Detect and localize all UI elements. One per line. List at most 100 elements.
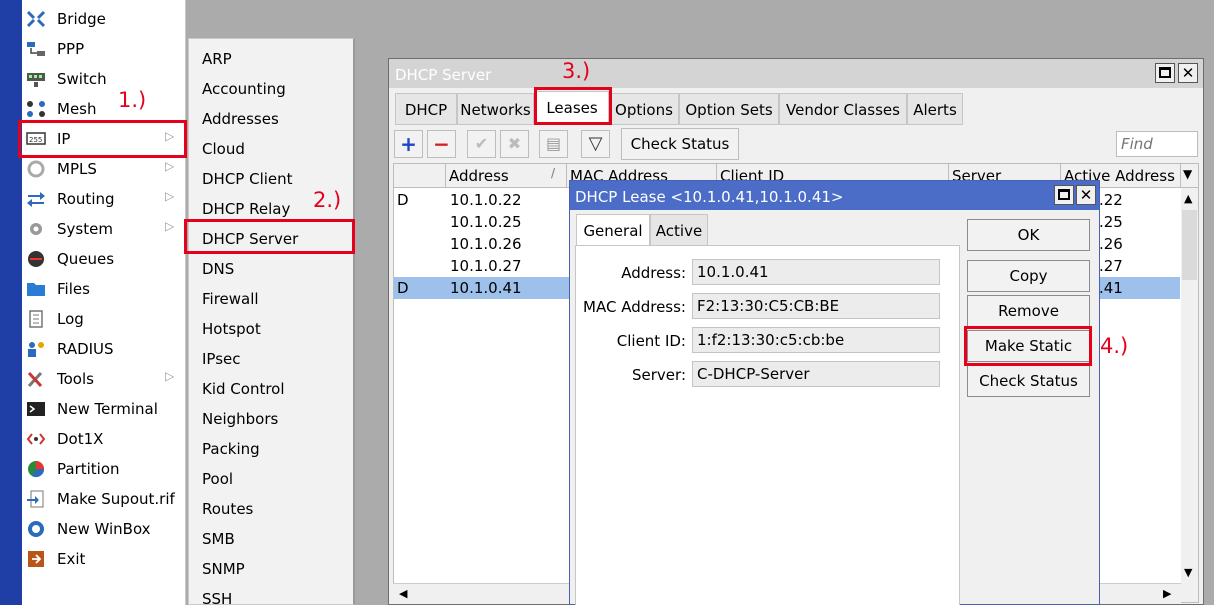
queues-icon [28,251,44,267]
submenu-item-neighbors[interactable]: Neighbors [189,401,354,431]
dhcp-lease-dialog: DHCP Lease <10.1.0.41,10.1.0.41> ✕ Gener… [569,180,1100,605]
scroll-left-icon[interactable]: ◀ [399,587,407,600]
remove-button[interactable]: − [427,130,456,158]
dhcp-server-titlebar[interactable]: DHCP Server ✕ [389,59,1203,88]
lease-check-status-button[interactable]: Check Status [967,365,1090,397]
column-chooser-button[interactable]: ▼ [1181,164,1198,188]
leases-toolbar: + − ✔ ✖ ▤ ▽ Check Status [389,125,1203,163]
client-id-field[interactable]: 1:f2:13:30:c5:cb:be [692,327,940,353]
maximize-icon [1159,67,1171,78]
maximize-button[interactable] [1155,63,1175,83]
menu-item-radius[interactable]: RADIUS [22,334,186,364]
menu-item-log[interactable]: Log [22,304,186,334]
scroll-right-icon[interactable]: ▶ [1163,587,1171,600]
comment-icon: ▤ [545,134,562,153]
mesh-icon [27,101,45,117]
tab-general[interactable]: General [576,214,650,246]
ip-submenu: ARP Accounting Addresses Cloud DHCP Clie… [188,38,355,605]
server-label: Server: [632,366,686,384]
submenu-item-smb[interactable]: SMB [189,521,354,551]
lease-close-button[interactable]: ✕ [1076,185,1096,205]
submenu-item-kid-control[interactable]: Kid Control [189,371,354,401]
tab-option-sets[interactable]: Option Sets [679,93,779,125]
menu-item-ppp[interactable]: PPP [22,34,186,64]
supout-icon [27,490,44,508]
add-button[interactable]: + [394,130,423,158]
general-panel: Address: 10.1.0.41 MAC Address: F2:13:30… [575,245,960,605]
submenu-item-dhcp-client[interactable]: DHCP Client [189,161,354,191]
address-field[interactable]: 10.1.0.41 [692,259,940,285]
log-icon [29,310,43,328]
filter-icon: ▽ [588,133,603,154]
tab-networks[interactable]: Networks [457,93,534,125]
tab-options[interactable]: Options [609,93,679,125]
menu-item-dot1x[interactable]: Dot1X [22,424,186,454]
exit-icon [28,551,44,567]
remove-lease-button[interactable]: Remove [967,295,1090,327]
terminal-icon [27,402,45,416]
submenu-item-ipsec[interactable]: IPsec [189,341,354,371]
menu-item-make-supout[interactable]: Make Supout.rif [22,484,186,514]
submenu-item-dns[interactable]: DNS [189,251,354,281]
menu-item-system[interactable]: System ▷ [22,214,186,244]
submenu-arrow-icon: ▷ [165,189,175,203]
routing-icon [27,192,45,207]
tab-dhcp[interactable]: DHCP [395,93,457,125]
ok-button[interactable]: OK [967,219,1090,251]
menu-item-bridge[interactable]: Bridge [22,4,186,34]
menu-item-tools[interactable]: Tools ▷ [22,364,186,394]
menu-item-new-terminal[interactable]: New Terminal [22,394,186,424]
scroll-down-icon[interactable]: ▼ [1184,566,1192,579]
highlight-dhcp-server [184,219,355,254]
mpls-icon [27,160,45,178]
highlight-make-static [964,326,1092,366]
close-button[interactable]: ✕ [1178,63,1198,83]
submenu-item-ssh[interactable]: SSH [189,581,354,605]
submenu-item-arp[interactable]: ARP [189,41,354,71]
submenu-item-hotspot[interactable]: Hotspot [189,311,354,341]
comment-button[interactable]: ▤ [539,130,568,158]
vertical-scrollbar-thumb[interactable] [1182,210,1197,280]
tab-alerts[interactable]: Alerts [907,93,963,125]
column-header-address[interactable]: Address / [446,164,567,188]
menu-item-queues[interactable]: Queues [22,244,186,274]
lease-maximize-button[interactable] [1054,185,1074,205]
disable-button[interactable]: ✖ [500,130,529,158]
submenu-arrow-icon: ▷ [165,159,175,173]
menu-item-exit[interactable]: Exit [22,544,186,574]
maximize-icon [1058,189,1070,200]
menu-item-mpls[interactable]: MPLS ▷ [22,154,186,184]
submenu-item-snmp[interactable]: SNMP [189,551,354,581]
check-status-button[interactable]: Check Status [621,128,739,160]
column-header-flag[interactable] [394,164,446,188]
server-field[interactable]: C-DHCP-Server [692,361,940,387]
menu-item-files[interactable]: Files [22,274,186,304]
menu-item-new-winbox[interactable]: New WinBox [22,514,186,544]
tab-vendor-classes[interactable]: Vendor Classes [779,93,907,125]
menu-item-routing[interactable]: Routing ▷ [22,184,186,214]
filter-button[interactable]: ▽ [581,130,610,158]
submenu-item-firewall[interactable]: Firewall [189,281,354,311]
radius-icon [28,342,44,357]
submenu-item-addresses[interactable]: Addresses [189,101,354,131]
menu-item-switch[interactable]: Switch [22,64,186,94]
submenu-item-routes[interactable]: Routes [189,491,354,521]
copy-button[interactable]: Copy [967,260,1090,292]
submenu-item-pool[interactable]: Pool [189,461,354,491]
find-input[interactable] [1116,131,1198,157]
mac-address-field[interactable]: F2:13:30:C5:CB:BE [692,293,940,319]
winbox-icon [28,521,44,537]
scroll-up-icon[interactable]: ▲ [1184,192,1192,205]
tab-active[interactable]: Active [650,214,708,246]
enable-button[interactable]: ✔ [467,130,496,158]
sort-indicator-icon: / [551,166,556,180]
dhcp-lease-titlebar[interactable]: DHCP Lease <10.1.0.41,10.1.0.41> ✕ [570,181,1099,210]
mac-address-label: MAC Address: [583,298,686,316]
main-menu: Bridge PPP Switch Mesh 255 IP ▷ MPLS ▷ R… [22,0,186,605]
submenu-item-cloud[interactable]: Cloud [189,131,354,161]
vertical-scrollbar[interactable]: ▲ ▼ [1181,188,1198,602]
gear-icon [30,223,42,235]
submenu-item-packing[interactable]: Packing [189,431,354,461]
submenu-item-accounting[interactable]: Accounting [189,71,354,101]
menu-item-partition[interactable]: Partition [22,454,186,484]
